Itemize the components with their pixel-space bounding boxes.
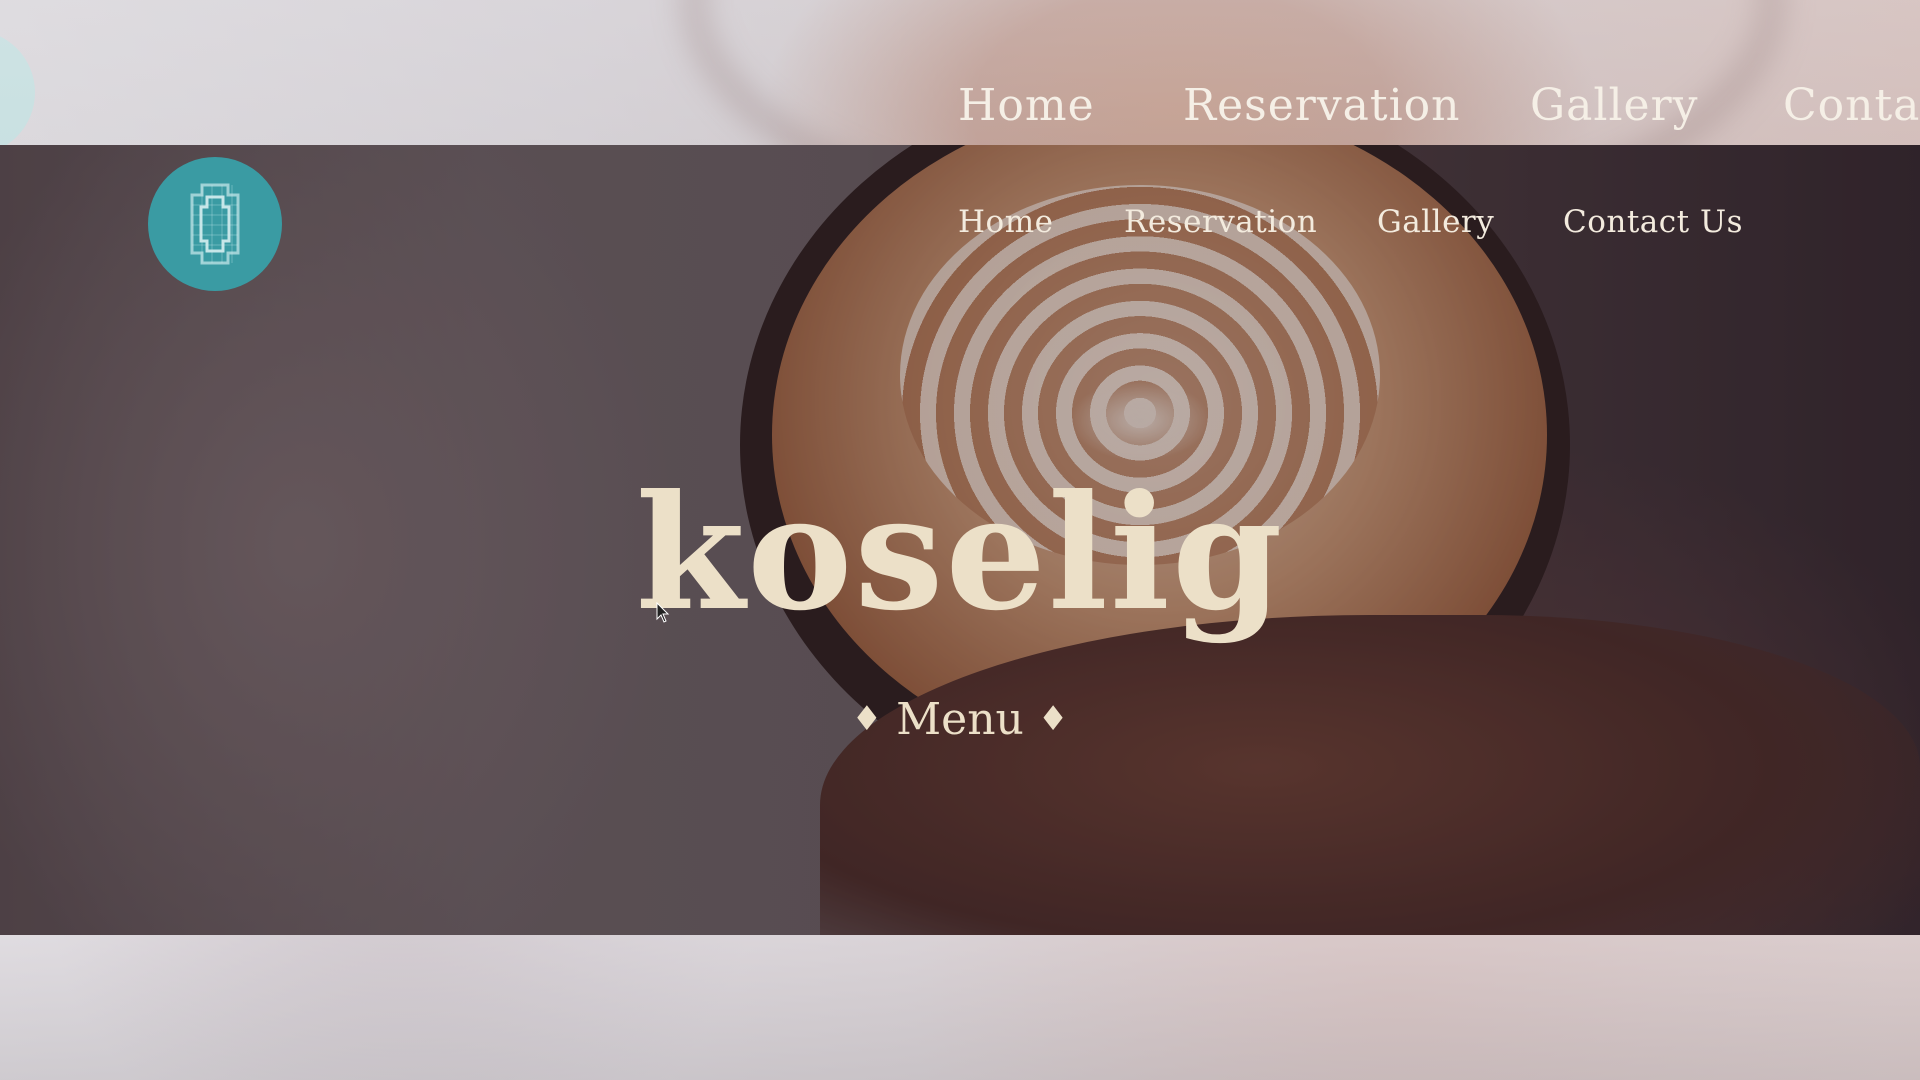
menu-label: Menu	[896, 694, 1024, 745]
menu-link[interactable]: ♦ Menu ♦	[0, 694, 1920, 745]
nav-contact-us[interactable]: Contact Us	[1563, 204, 1743, 240]
main-nav: Home Reservation Gallery Contact Us	[0, 204, 1920, 244]
brand-title: koselig	[635, 461, 1285, 646]
nav-reservation[interactable]: Reservation	[1124, 204, 1317, 240]
ghost-nav-contact: Contac	[1783, 80, 1920, 131]
ghost-nav-home: Home	[958, 80, 1095, 131]
diamond-right-icon: ♦	[1037, 699, 1069, 739]
nav-home[interactable]: Home	[958, 204, 1053, 240]
nav-gallery[interactable]: Gallery	[1377, 204, 1494, 240]
ghost-bottom-band	[0, 935, 1920, 1080]
mouse-pointer-icon	[656, 602, 670, 623]
ghost-nav-reservation: Reservation	[1183, 80, 1461, 131]
ghost-nav-gallery: Gallery	[1530, 80, 1699, 131]
diamond-left-icon: ♦	[851, 699, 883, 739]
